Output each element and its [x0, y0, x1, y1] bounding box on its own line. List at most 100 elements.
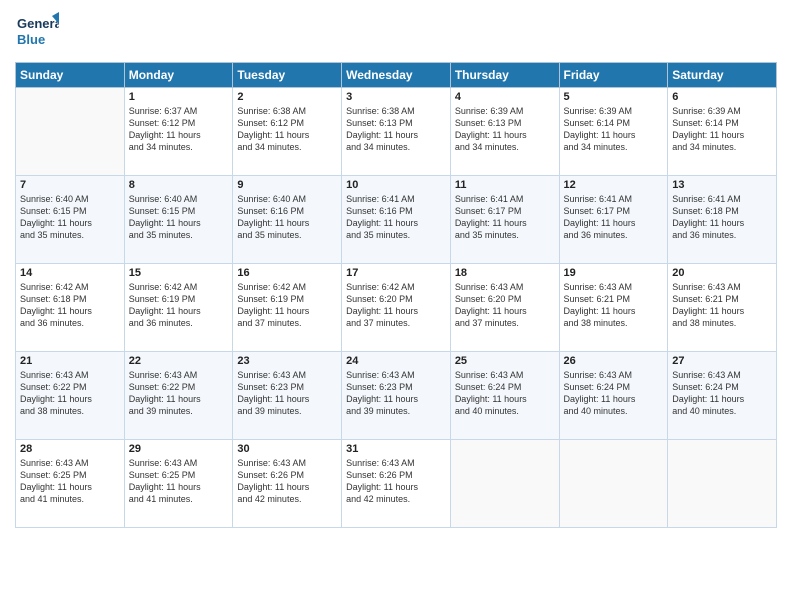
calendar-cell — [559, 440, 668, 528]
day-number: 29 — [129, 443, 229, 455]
cell-content: Sunrise: 6:39 AMSunset: 6:14 PMDaylight:… — [672, 105, 772, 154]
cell-content: Sunrise: 6:41 AMSunset: 6:17 PMDaylight:… — [455, 193, 555, 242]
day-number: 8 — [129, 179, 229, 191]
cell-content: Sunrise: 6:42 AMSunset: 6:20 PMDaylight:… — [346, 281, 446, 330]
cell-content: Sunrise: 6:38 AMSunset: 6:13 PMDaylight:… — [346, 105, 446, 154]
day-number: 12 — [564, 179, 664, 191]
cell-content: Sunrise: 6:42 AMSunset: 6:18 PMDaylight:… — [20, 281, 120, 330]
day-number: 31 — [346, 443, 446, 455]
calendar-cell: 10Sunrise: 6:41 AMSunset: 6:16 PMDayligh… — [342, 176, 451, 264]
cell-content: Sunrise: 6:43 AMSunset: 6:25 PMDaylight:… — [20, 457, 120, 506]
cell-content: Sunrise: 6:42 AMSunset: 6:19 PMDaylight:… — [237, 281, 337, 330]
header: General Blue — [15, 10, 777, 54]
calendar-cell: 31 Sunrise: 6:43 AMSunset: 6:26 PMDayligh… — [342, 440, 451, 528]
cell-content: Sunrise: 6:43 AMSunset: 6:26 PMDaylight:… — [346, 457, 446, 506]
day-number: 23 — [237, 355, 337, 367]
day-number: 20 — [672, 267, 772, 279]
week-row-1: 1 Sunrise: 6:37 AMSunset: 6:12 PMDaylight… — [16, 88, 777, 176]
header-friday: Friday — [559, 63, 668, 88]
week-row-3: 14Sunrise: 6:42 AMSunset: 6:18 PMDayligh… — [16, 264, 777, 352]
calendar-cell: 18 Sunrise: 6:43 AMSunset: 6:20 PMDayligh… — [450, 264, 559, 352]
logo-svg: General Blue — [15, 10, 59, 54]
header-thursday: Thursday — [450, 63, 559, 88]
cell-content: Sunrise: 6:39 AMSunset: 6:13 PMDaylight:… — [455, 105, 555, 154]
header-tuesday: Tuesday — [233, 63, 342, 88]
calendar-cell: 29 Sunrise: 6:43 AMSunset: 6:25 PMDayligh… — [124, 440, 233, 528]
calendar-cell — [450, 440, 559, 528]
day-number: 7 — [20, 179, 120, 191]
cell-content: Sunrise: 6:41 AMSunset: 6:16 PMDaylight:… — [346, 193, 446, 242]
calendar-cell: 14Sunrise: 6:42 AMSunset: 6:18 PMDayligh… — [16, 264, 125, 352]
calendar-header-row: SundayMondayTuesdayWednesdayThursdayFrid… — [16, 63, 777, 88]
day-number: 4 — [455, 91, 555, 103]
cell-content: Sunrise: 6:40 AMSunset: 6:16 PMDaylight:… — [237, 193, 337, 242]
day-number: 27 — [672, 355, 772, 367]
svg-text:Blue: Blue — [17, 32, 45, 47]
week-row-4: 21 Sunrise: 6:43 AMSunset: 6:22 PMDayligh… — [16, 352, 777, 440]
header-saturday: Saturday — [668, 63, 777, 88]
day-number: 5 — [564, 91, 664, 103]
day-number: 22 — [129, 355, 229, 367]
calendar-cell: 20 Sunrise: 6:43 AMSunset: 6:21 PMDayligh… — [668, 264, 777, 352]
calendar-cell: 25 Sunrise: 6:43 AMSunset: 6:24 PMDayligh… — [450, 352, 559, 440]
calendar-cell: 24Sunrise: 6:43 AMSunset: 6:23 PMDayligh… — [342, 352, 451, 440]
day-number: 21 — [20, 355, 120, 367]
page: General Blue SundayMondayTuesdayWednesda… — [0, 0, 792, 612]
cell-content: Sunrise: 6:43 AMSunset: 6:24 PMDaylight:… — [564, 369, 664, 418]
calendar-cell: 30Sunrise: 6:43 AMSunset: 6:26 PMDayligh… — [233, 440, 342, 528]
calendar-cell: 12Sunrise: 6:41 AMSunset: 6:17 PMDayligh… — [559, 176, 668, 264]
calendar-cell: 2 Sunrise: 6:38 AMSunset: 6:12 PMDaylight… — [233, 88, 342, 176]
day-number: 18 — [455, 267, 555, 279]
cell-content: Sunrise: 6:43 AMSunset: 6:22 PMDaylight:… — [20, 369, 120, 418]
cell-content: Sunrise: 6:43 AMSunset: 6:20 PMDaylight:… — [455, 281, 555, 330]
calendar-cell: 9Sunrise: 6:40 AMSunset: 6:16 PMDaylight… — [233, 176, 342, 264]
calendar-cell — [16, 88, 125, 176]
cell-content: Sunrise: 6:41 AMSunset: 6:18 PMDaylight:… — [672, 193, 772, 242]
day-number: 15 — [129, 267, 229, 279]
header-monday: Monday — [124, 63, 233, 88]
day-number: 6 — [672, 91, 772, 103]
day-number: 2 — [237, 91, 337, 103]
cell-content: Sunrise: 6:43 AMSunset: 6:24 PMDaylight:… — [455, 369, 555, 418]
calendar-cell: 3 Sunrise: 6:38 AMSunset: 6:13 PMDaylight… — [342, 88, 451, 176]
header-sunday: Sunday — [16, 63, 125, 88]
calendar-cell: 17Sunrise: 6:42 AMSunset: 6:20 PMDayligh… — [342, 264, 451, 352]
cell-content: Sunrise: 6:43 AMSunset: 6:24 PMDaylight:… — [672, 369, 772, 418]
day-number: 1 — [129, 91, 229, 103]
day-number: 16 — [237, 267, 337, 279]
calendar-cell: 26Sunrise: 6:43 AMSunset: 6:24 PMDayligh… — [559, 352, 668, 440]
day-number: 13 — [672, 179, 772, 191]
cell-content: Sunrise: 6:38 AMSunset: 6:12 PMDaylight:… — [237, 105, 337, 154]
calendar-cell: 8 Sunrise: 6:40 AMSunset: 6:15 PMDaylight… — [124, 176, 233, 264]
calendar-cell: 4 Sunrise: 6:39 AMSunset: 6:13 PMDaylight… — [450, 88, 559, 176]
calendar-cell: 6 Sunrise: 6:39 AMSunset: 6:14 PMDaylight… — [668, 88, 777, 176]
cell-content: Sunrise: 6:43 AMSunset: 6:21 PMDaylight:… — [672, 281, 772, 330]
day-number: 28 — [20, 443, 120, 455]
calendar-cell — [668, 440, 777, 528]
calendar-table: SundayMondayTuesdayWednesdayThursdayFrid… — [15, 62, 777, 528]
cell-content: Sunrise: 6:43 AMSunset: 6:21 PMDaylight:… — [564, 281, 664, 330]
calendar-cell: 7Sunrise: 6:40 AMSunset: 6:15 PMDaylight… — [16, 176, 125, 264]
calendar-cell: 11 Sunrise: 6:41 AMSunset: 6:17 PMDayligh… — [450, 176, 559, 264]
day-number: 25 — [455, 355, 555, 367]
calendar-cell: 1 Sunrise: 6:37 AMSunset: 6:12 PMDaylight… — [124, 88, 233, 176]
day-number: 11 — [455, 179, 555, 191]
day-number: 3 — [346, 91, 446, 103]
cell-content: Sunrise: 6:43 AMSunset: 6:22 PMDaylight:… — [129, 369, 229, 418]
day-number: 30 — [237, 443, 337, 455]
cell-content: Sunrise: 6:40 AMSunset: 6:15 PMDaylight:… — [129, 193, 229, 242]
header-wednesday: Wednesday — [342, 63, 451, 88]
week-row-2: 7 Sunrise: 6:40 AMSunset: 6:15 PMDaylight… — [16, 176, 777, 264]
calendar-cell: 28 Sunrise: 6:43 AMSunset: 6:25 PMDayligh… — [16, 440, 125, 528]
calendar-cell: 22 Sunrise: 6:43 AMSunset: 6:22 PMDayligh… — [124, 352, 233, 440]
cell-content: Sunrise: 6:37 AMSunset: 6:12 PMDaylight:… — [129, 105, 229, 154]
calendar-cell: 21 Sunrise: 6:43 AMSunset: 6:22 PMDayligh… — [16, 352, 125, 440]
cell-content: Sunrise: 6:43 AMSunset: 6:25 PMDaylight:… — [129, 457, 229, 506]
calendar-body: 1 Sunrise: 6:37 AMSunset: 6:12 PMDaylight… — [16, 88, 777, 528]
calendar-cell: 27 Sunrise: 6:43 AMSunset: 6:24 PMDayligh… — [668, 352, 777, 440]
calendar-cell: 15Sunrise: 6:42 AMSunset: 6:19 PMDayligh… — [124, 264, 233, 352]
calendar-cell: 16 Sunrise: 6:42 AMSunset: 6:19 PMDayligh… — [233, 264, 342, 352]
svg-text:General: General — [17, 16, 59, 31]
calendar-cell: 13 Sunrise: 6:41 AMSunset: 6:18 PMDayligh… — [668, 176, 777, 264]
day-number: 24 — [346, 355, 446, 367]
